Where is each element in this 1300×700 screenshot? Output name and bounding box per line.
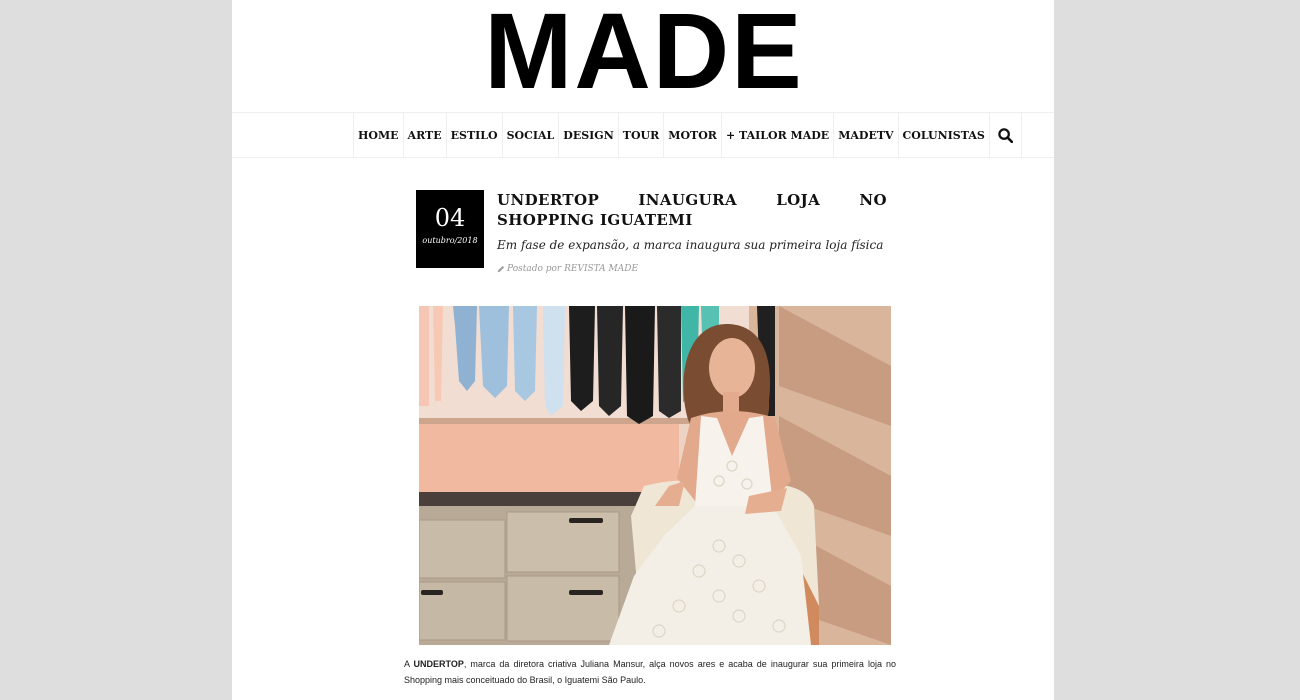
nav-item-tour[interactable]: TOUR <box>617 113 664 157</box>
article-photo <box>419 306 891 645</box>
nav-item-tailor-made[interactable]: + TAILOR MADE <box>720 113 833 157</box>
nav-item-arte[interactable]: ARTE <box>402 113 446 157</box>
nav-item-motor[interactable]: MOTOR <box>663 113 721 157</box>
body-prefix: A <box>404 659 414 669</box>
nav-item-design[interactable]: DESIGN <box>558 113 617 157</box>
logo-text: MADE <box>483 0 804 111</box>
post-date-month: outubro/2018 <box>422 236 478 245</box>
body-brand-name: UNDERTOP <box>413 659 464 669</box>
content-column: MADE HOME ARTE ESTILO SOCIAL DESIGN TOUR… <box>232 0 1054 700</box>
body-text: , marca da diretora criativa Juliana Man… <box>404 659 896 685</box>
nav-item-colunistas[interactable]: COLUNISTAS <box>897 113 989 157</box>
article-subtitle: Em fase de expansão, a marca inaugura su… <box>497 238 884 252</box>
post-date-day: 04 <box>434 204 466 232</box>
nav-item-madetv[interactable]: MADETV <box>833 113 897 157</box>
nav-item-social[interactable]: SOCIAL <box>501 113 559 157</box>
main-navigation-bar: HOME ARTE ESTILO SOCIAL DESIGN TOUR MOTO… <box>232 112 1054 158</box>
nav-item-home[interactable]: HOME <box>353 113 403 157</box>
byline-text: Postado por REVISTA MADE <box>507 264 639 274</box>
pencil-icon <box>497 265 505 273</box>
search-icon <box>998 127 1013 143</box>
main-navigation: HOME ARTE ESTILO SOCIAL DESIGN TOUR MOTO… <box>353 113 1022 157</box>
post-date-badge: 04 outubro/2018 <box>416 190 484 268</box>
site-logo[interactable]: MADE <box>483 0 804 111</box>
article-byline: Postado por REVISTA MADE <box>497 264 638 274</box>
nav-item-estilo[interactable]: ESTILO <box>445 113 502 157</box>
article-title[interactable]: UNDERTOP INAUGURA LOJA NO SHOPPING IGUAT… <box>497 190 887 230</box>
search-button[interactable] <box>988 113 1022 157</box>
article-body-paragraph: A UNDERTOP, marca da diretora criativa J… <box>404 656 896 688</box>
